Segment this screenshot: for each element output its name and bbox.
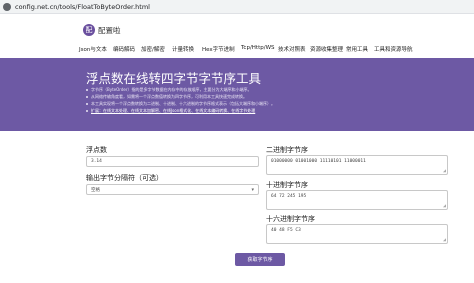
main-nav: Json与文本 编码解码 加密/解密 计量转换 Hex字节进制 Tcp/Http…: [0, 45, 474, 57]
nav-item-reference[interactable]: 技术对照表: [278, 45, 306, 53]
float-input[interactable]: 3.14: [86, 156, 259, 167]
binary-label: 二进制字节序: [266, 146, 308, 154]
hex-label: 十六进制字节序: [266, 215, 315, 223]
site-header: 配 配置啦 Json与文本 编码解码 加密/解密 计量转换 Hex字节进制 Tc…: [0, 14, 474, 58]
intro-item: 从网络传输角度看，如需将一个浮点数值转换为四字节序，可利用本工具快速完成转换。: [86, 93, 456, 100]
url-text[interactable]: config.net.cn/tools/FloatToByteOrder.htm…: [15, 3, 150, 11]
float-label: 浮点数: [86, 146, 107, 154]
related-links-text[interactable]: 扩展：在线文本处理、在线文本加解密、在线Json格式化、在线文本编码转换、在线字…: [91, 108, 255, 113]
nav-item-network[interactable]: Tcp/Http/WS: [241, 45, 275, 51]
nav-item-hex[interactable]: Hex字节进制: [202, 45, 235, 53]
logo[interactable]: 配 配置啦: [83, 24, 121, 36]
hero-banner: 浮点数在线转四字节字节序工具 字节序（ByteOrder）指的是多字节数据在内存…: [0, 58, 474, 131]
resize-handle-icon[interactable]: ◢: [443, 204, 446, 209]
related-links: 扩展：在线文本处理、在线文本加解密、在线Json格式化、在线文本编码转换、在线字…: [86, 107, 456, 114]
site-info-icon[interactable]: [3, 2, 11, 11]
intro-list: 字节序（ByteOrder）指的是多字节数据在内存中的存放顺序，主要分为大端序和…: [86, 86, 456, 114]
logo-icon: 配: [83, 24, 95, 36]
resize-handle-icon[interactable]: ◢: [443, 169, 446, 174]
binary-output-text: 01000000 01001000 11110101 11000011: [271, 159, 366, 164]
nav-item-resources[interactable]: 资源收集整理: [310, 45, 343, 53]
decimal-output-text: 64 72 245 195: [271, 194, 307, 199]
intro-item: 本工具实现将一个浮点数转换为二进制、十进制、十六进制的字节序格式表示（包括大端序…: [86, 100, 456, 107]
binary-output[interactable]: 01000000 01001000 11110101 11000011 ◢: [266, 155, 448, 175]
nav-item-tools[interactable]: 常用工具: [346, 45, 368, 53]
resize-handle-icon[interactable]: ◢: [443, 238, 446, 243]
separator-label: 输出字节分隔符（可选）: [86, 174, 163, 182]
nav-item-units[interactable]: 计量转换: [172, 45, 194, 53]
convert-button[interactable]: 获取字节序: [235, 253, 285, 266]
decimal-label: 十进制字节序: [266, 181, 308, 189]
nav-item-encoding[interactable]: 编码解码: [113, 45, 135, 53]
chevron-down-icon: ▾: [251, 186, 254, 193]
separator-value: 空格: [91, 187, 100, 193]
hex-output-text: 40 48 F5 C3: [271, 228, 301, 233]
logo-text: 配置啦: [98, 25, 121, 35]
nav-item-json[interactable]: Json与文本: [79, 45, 107, 53]
hex-output[interactable]: 40 48 F5 C3 ◢: [266, 224, 448, 244]
decimal-output[interactable]: 64 72 245 195 ◢: [266, 190, 448, 210]
nav-item-encryption[interactable]: 加密/解密: [141, 45, 165, 53]
intro-item: 字节序（ByteOrder）指的是多字节数据在内存中的存放顺序，主要分为大端序和…: [86, 86, 456, 93]
address-bar[interactable]: config.net.cn/tools/FloatToByteOrder.htm…: [0, 0, 474, 14]
nav-item-navigation[interactable]: 工具和资源导航: [374, 45, 413, 53]
separator-select[interactable]: 空格 ▾: [86, 184, 259, 195]
page-title: 浮点数在线转四字节字节序工具: [86, 71, 262, 86]
